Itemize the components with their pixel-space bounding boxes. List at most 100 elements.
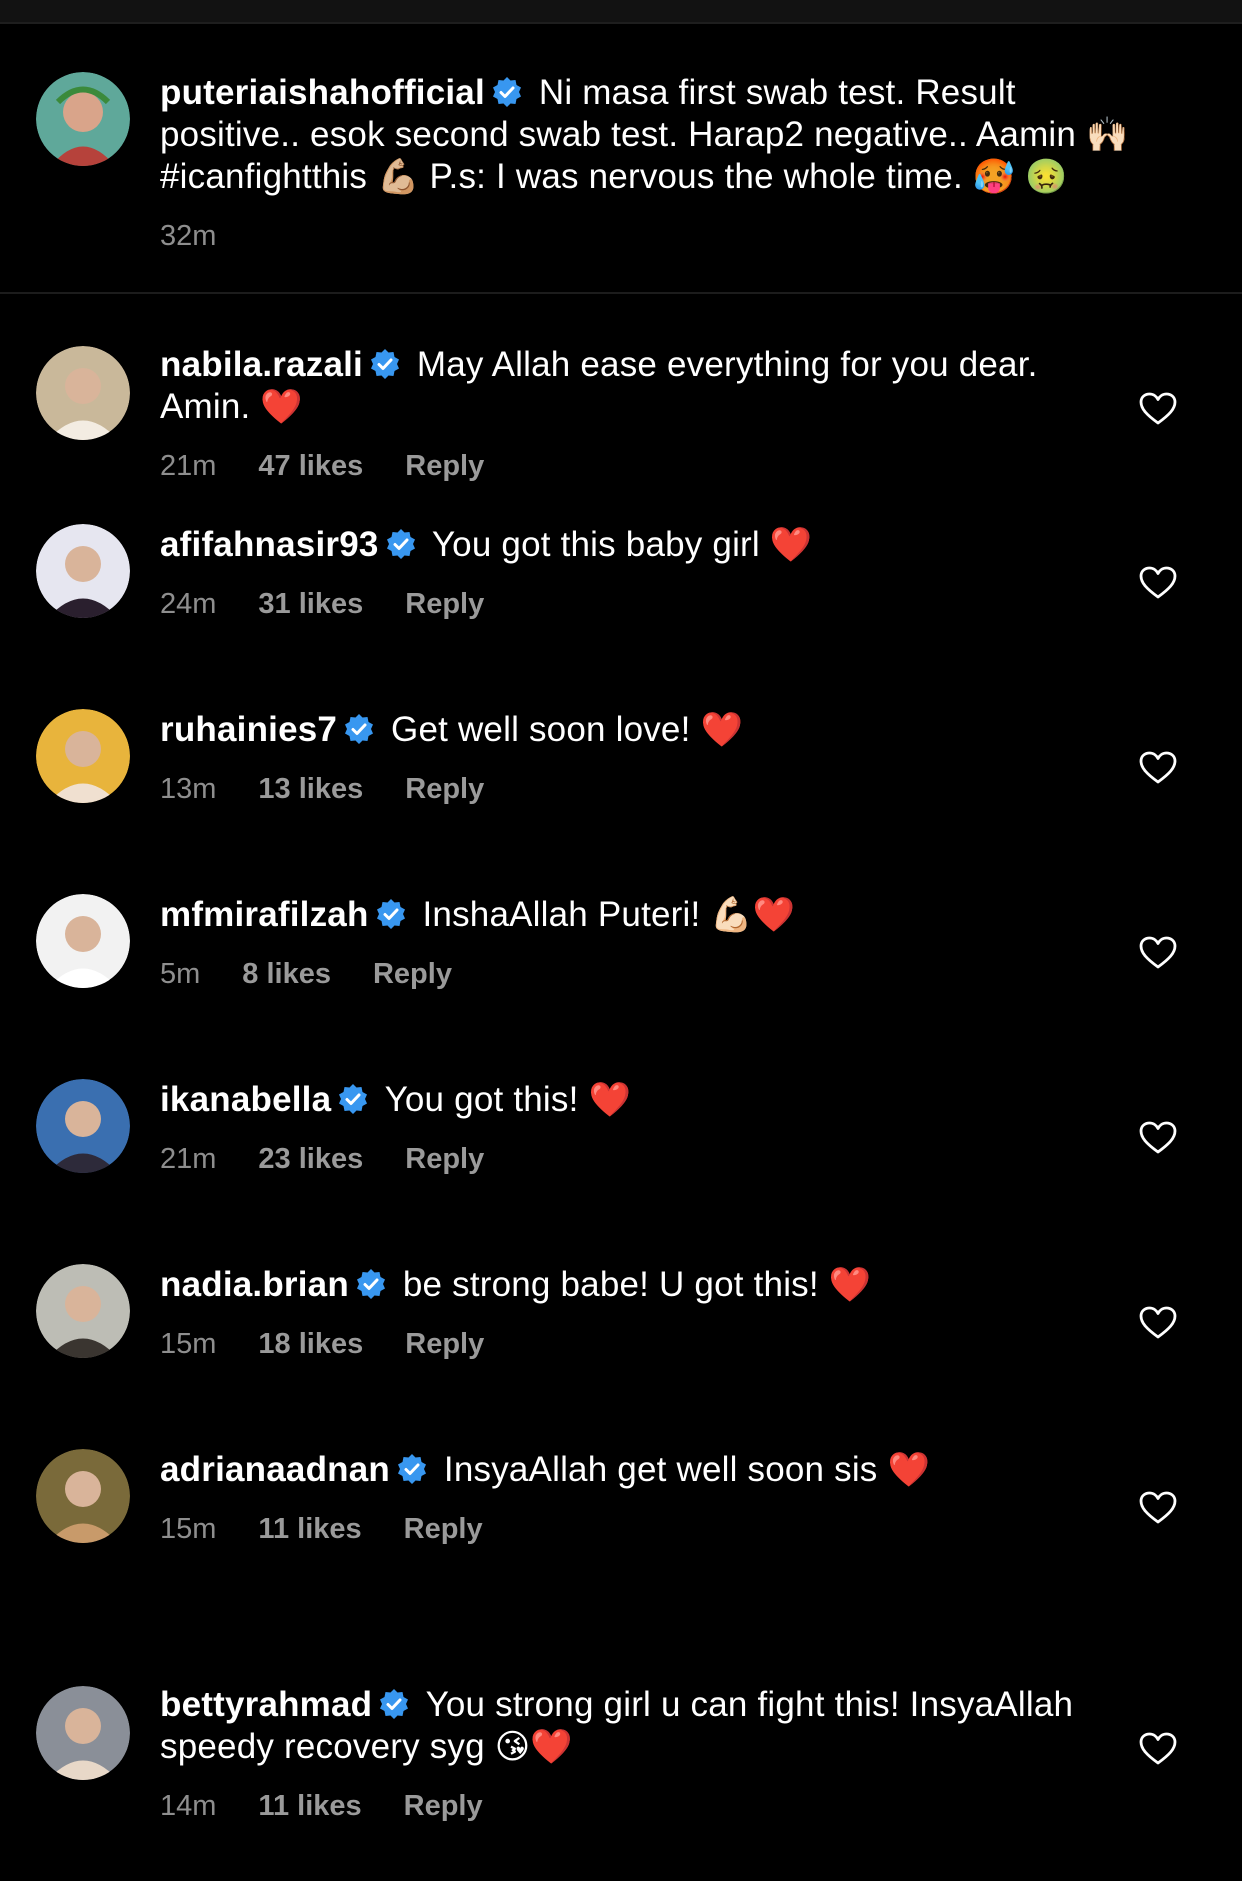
comment-meta: 13m 13 likes Reply: [160, 773, 1092, 806]
timestamp: 21m: [160, 450, 217, 482]
comment-username[interactable]: afifahnasir93: [160, 525, 379, 564]
comment-meta: 24m 31 likes Reply: [160, 588, 1092, 621]
reply-button[interactable]: Reply: [404, 1790, 483, 1822]
timestamp: 32m: [160, 220, 217, 252]
verified-badge-icon: [491, 76, 523, 108]
likes-count[interactable]: 23 likes: [258, 1143, 363, 1175]
comment-text: bettyrahmad You strong girl u can fight …: [160, 1634, 1092, 1768]
timestamp: 24m: [160, 588, 217, 620]
likes-count[interactable]: 11 likes: [258, 1513, 361, 1545]
reply-button[interactable]: Reply: [405, 1143, 484, 1175]
comment-username[interactable]: nadia.brian: [160, 1265, 349, 1304]
comment-text: nadia.brian be strong babe! U got this! …: [160, 1264, 1092, 1306]
avatar[interactable]: [36, 346, 130, 440]
comment-emoji: ❤️: [828, 1266, 872, 1304]
comment-body: You got this!: [384, 1080, 579, 1119]
reply-button[interactable]: Reply: [405, 588, 484, 620]
comment-text: nabila.razali May Allah ease everything …: [160, 294, 1092, 428]
caption-ps: P.s: I was nervous the whole time.: [429, 157, 963, 196]
comment-emoji: ❤️: [260, 388, 303, 426]
verified-badge-icon: [396, 1453, 428, 1485]
verified-badge-icon: [337, 1083, 369, 1115]
hot-face-emoji: 🥵: [972, 158, 1016, 196]
reply-button[interactable]: Reply: [405, 773, 484, 805]
reply-button[interactable]: Reply: [405, 1328, 484, 1360]
comment-emoji: ❤️: [700, 711, 744, 749]
comment-username[interactable]: bettyrahmad: [160, 1685, 372, 1724]
comment-row: mfmirafilzah InshaAllah Puteri! 💪🏻❤️ 5m 8…: [0, 894, 1242, 1079]
comment-emoji: 😘❤️: [494, 1728, 573, 1766]
heart-outline-icon[interactable]: [1139, 1732, 1177, 1766]
verified-badge-icon: [375, 898, 407, 930]
avatar[interactable]: [36, 524, 130, 618]
comment-body: Get well soon love!: [391, 710, 691, 749]
heart-outline-icon[interactable]: [1139, 392, 1177, 426]
avatar[interactable]: [36, 1449, 130, 1543]
timestamp: 13m: [160, 773, 217, 805]
avatar[interactable]: [36, 72, 130, 166]
hashtag-link[interactable]: #icanfightthis: [160, 157, 367, 196]
avatar[interactable]: [36, 1079, 130, 1173]
verified-badge-icon: [385, 528, 417, 560]
caption-username[interactable]: puteriaishahofficial: [160, 73, 485, 112]
comment-body: InshaAllah Puteri!: [422, 895, 701, 934]
comment-meta: 15m 18 likes Reply: [160, 1328, 1092, 1361]
avatar[interactable]: [36, 1686, 130, 1780]
comment-meta: 5m 8 likes Reply: [160, 958, 1092, 991]
comment-row: ruhainies7 Get well soon love! ❤️ 13m 13 …: [0, 709, 1242, 894]
comment-row: bettyrahmad You strong girl u can fight …: [0, 1634, 1242, 1822]
likes-count[interactable]: 47 likes: [258, 450, 363, 482]
comment-text: mfmirafilzah InshaAllah Puteri! 💪🏻❤️: [160, 894, 1092, 936]
avatar[interactable]: [36, 1264, 130, 1358]
comment-username[interactable]: mfmirafilzah: [160, 895, 369, 934]
comment-row: afifahnasir93 You got this baby girl ❤️ …: [0, 524, 1242, 709]
comment-emoji: 💪🏻❤️: [710, 896, 796, 934]
avatar[interactable]: [36, 709, 130, 803]
comment-row: ikanabella You got this! ❤️ 21m 23 likes R…: [0, 1079, 1242, 1264]
post-caption: puteriaishahofficial Ni masa first swab …: [0, 24, 1242, 294]
comment-meta: 15m 11 likes Reply: [160, 1513, 1092, 1546]
likes-count[interactable]: 31 likes: [258, 588, 363, 620]
comment-username[interactable]: nabila.razali: [160, 345, 363, 384]
heart-outline-icon[interactable]: [1139, 1121, 1177, 1155]
likes-count[interactable]: 11 likes: [258, 1790, 361, 1822]
timestamp: 15m: [160, 1513, 217, 1545]
heart-outline-icon[interactable]: [1139, 566, 1177, 600]
reply-button[interactable]: Reply: [405, 450, 484, 482]
reply-button[interactable]: Reply: [404, 1513, 483, 1545]
comment-row: adrianaadnan InsyaAllah get well soon si…: [0, 1449, 1242, 1634]
comment-text: ikanabella You got this! ❤️: [160, 1079, 1092, 1121]
top-bar: [0, 0, 1242, 24]
heart-outline-icon[interactable]: [1139, 1491, 1177, 1525]
comment-username[interactable]: adrianaadnan: [160, 1450, 390, 1489]
heart-outline-icon[interactable]: [1139, 1306, 1177, 1340]
comment-emoji: ❤️: [769, 526, 813, 564]
likes-count[interactable]: 13 likes: [258, 773, 363, 805]
comment-username[interactable]: ruhainies7: [160, 710, 337, 749]
heart-outline-icon[interactable]: [1139, 751, 1177, 785]
comment-username[interactable]: ikanabella: [160, 1080, 331, 1119]
verified-badge-icon: [369, 348, 401, 380]
likes-count[interactable]: 18 likes: [258, 1328, 363, 1360]
comment-body: InsyaAllah get well soon sis: [443, 1450, 878, 1489]
timestamp: 15m: [160, 1328, 217, 1360]
timestamp: 5m: [160, 958, 201, 990]
reply-button[interactable]: Reply: [373, 958, 452, 990]
comment-row: nabila.razali May Allah ease everything …: [0, 294, 1242, 524]
comment-body: You got this baby girl: [431, 525, 760, 564]
timestamp: 14m: [160, 1790, 217, 1822]
likes-count[interactable]: 8 likes: [242, 958, 331, 990]
caption-text: puteriaishahofficial Ni masa first swab …: [160, 72, 1152, 198]
heart-outline-icon[interactable]: [1139, 936, 1177, 970]
comment-list: nabila.razali May Allah ease everything …: [0, 294, 1242, 1822]
comment-body: be strong babe! U got this!: [402, 1265, 819, 1304]
caption-meta: 32m: [160, 220, 1152, 253]
avatar[interactable]: [36, 894, 130, 988]
verified-badge-icon: [378, 1688, 410, 1720]
comment-meta: 21m 23 likes Reply: [160, 1143, 1092, 1176]
muscle-emoji: 💪🏼: [377, 158, 420, 196]
comment-emoji: ❤️: [887, 1451, 930, 1489]
raised-hands-emoji: 🙌🏻: [1086, 116, 1129, 154]
comment-text: adrianaadnan InsyaAllah get well soon si…: [160, 1449, 1092, 1491]
verified-badge-icon: [355, 1268, 387, 1300]
